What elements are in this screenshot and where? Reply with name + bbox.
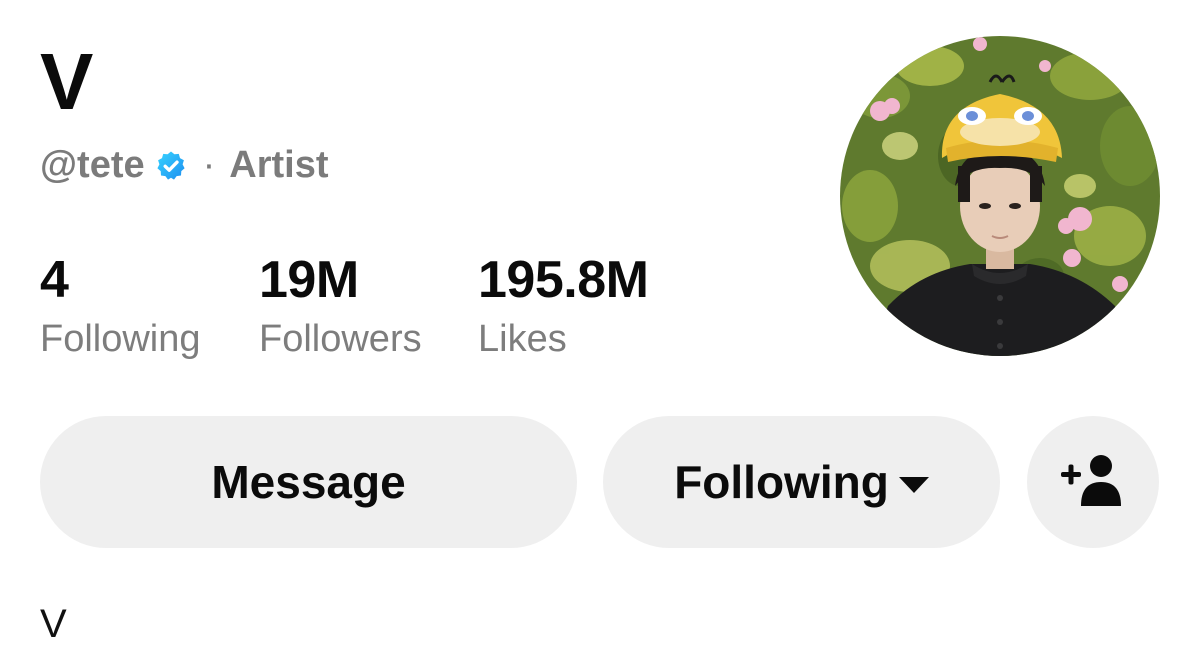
category-label: Artist bbox=[229, 143, 329, 186]
likes-count: 195.8M bbox=[478, 251, 649, 309]
add-friend-button[interactable] bbox=[1027, 416, 1159, 548]
bio-text: V bbox=[40, 602, 67, 646]
stat-likes: 195.8M Likes bbox=[478, 252, 698, 360]
followers-label: Followers bbox=[259, 318, 422, 360]
stat-followers[interactable]: 19M Followers bbox=[259, 252, 478, 360]
likes-label: Likes bbox=[478, 318, 567, 360]
stats-row: 4 Following 19M Followers 195.8M Likes bbox=[40, 252, 698, 360]
stat-following[interactable]: 4 Following bbox=[40, 252, 259, 360]
following-label: Following bbox=[40, 318, 201, 360]
following-count: 4 bbox=[40, 251, 69, 309]
following-button[interactable]: Following bbox=[603, 416, 1000, 548]
message-button[interactable]: Message bbox=[40, 416, 577, 548]
username: @tete bbox=[40, 143, 145, 186]
verified-badge-icon bbox=[155, 149, 187, 181]
avatar[interactable] bbox=[840, 36, 1160, 356]
display-name: V bbox=[40, 37, 93, 126]
followers-count: 19M bbox=[259, 251, 359, 309]
separator-dot: · bbox=[202, 143, 216, 186]
add-user-icon bbox=[1061, 452, 1125, 513]
message-button-label: Message bbox=[211, 456, 406, 508]
following-button-label: Following bbox=[674, 456, 889, 508]
caret-down-icon bbox=[898, 477, 929, 493]
handle-row: @tete · Artist bbox=[40, 143, 329, 187]
profile-page: V @tete · Artist 4 Following 19M Followe… bbox=[0, 0, 1200, 671]
